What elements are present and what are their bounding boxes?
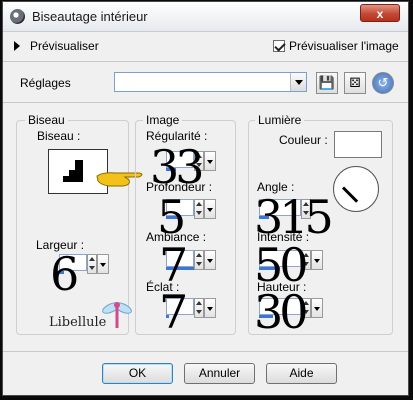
elevation-slider[interactable] [259,315,273,318]
light-group-title: Lumière [255,113,305,127]
intensity-input[interactable] [259,250,301,267]
watermark-signature: Libellule [49,315,107,330]
ok-button[interactable]: OK [102,363,173,384]
angle-slider[interactable] [259,216,269,219]
smoothness-dropdown[interactable] [204,151,216,171]
smoothness-stepper[interactable] [194,151,204,171]
angle-input[interactable] [259,199,301,216]
dialog-window: Biseautage intérieur x Prévisualiser Pré… [2,1,409,396]
width-input[interactable] [59,254,87,271]
random-button[interactable]: ⚄ [344,72,366,94]
width-stepper[interactable] [87,254,97,274]
elevation-label: Hauteur : [257,280,307,294]
divider [3,61,408,62]
smoothness-label: Régularité : [146,129,208,143]
ambience-slider[interactable] [166,267,194,270]
window-title: Biseautage intérieur [32,9,148,24]
shininess-input[interactable] [166,298,194,315]
ambience-stepper[interactable] [194,250,204,270]
angle-stepper[interactable] [301,199,311,219]
shininess-dropdown[interactable] [204,298,216,318]
depth-label: Profondeur : [146,180,213,194]
depth-slider[interactable] [166,216,181,219]
preview-arrow-icon[interactable] [14,41,20,51]
depth-stepper[interactable] [194,199,204,219]
chevron-down-icon[interactable] [290,73,306,91]
depth-input[interactable] [166,199,194,216]
reset-button[interactable]: ↺ [372,72,394,94]
smoothness-spinner[interactable] [166,151,216,171]
elevation-dropdown[interactable] [311,298,323,318]
shininess-slider[interactable] [166,315,169,318]
intensity-slider[interactable] [259,267,280,270]
light-color-swatch[interactable] [334,131,382,158]
preview-toggle[interactable]: Prévisualiser [30,39,99,53]
elevation-spinner[interactable] [259,298,323,318]
app-icon [10,9,25,24]
reset-icon: ↺ [377,75,389,90]
shininess-stepper[interactable] [194,298,204,318]
ambience-spinner[interactable] [166,250,216,270]
intensity-spinner[interactable] [259,250,323,270]
intensity-label: Intensité : [257,230,310,244]
image-group-title: Image [143,113,183,127]
ambience-dropdown[interactable] [204,250,216,270]
smoothness-input[interactable] [166,151,194,168]
preview-image-label[interactable]: Prévisualiser l'image [289,39,399,53]
depth-spinner[interactable] [166,199,216,219]
dial-needle [341,186,359,203]
elevation-input[interactable] [259,298,301,315]
checkmark-icon [274,40,286,52]
width-dropdown[interactable] [97,254,109,274]
bevel-group-title: Biseau [25,113,68,127]
cancel-button[interactable]: Annuler [184,363,255,384]
smoothness-slider[interactable] [166,168,176,171]
intensity-stepper[interactable] [301,250,311,270]
presets-label: Réglages [20,76,71,90]
intensity-dropdown[interactable] [311,250,323,270]
close-button[interactable]: x [360,4,400,22]
width-label: Largeur : [36,238,85,252]
depth-dropdown[interactable] [204,199,216,219]
divider [3,351,408,352]
elevation-stepper[interactable] [301,298,311,318]
save-preset-icon: 💾 [318,75,336,90]
angle-dial[interactable] [333,166,379,212]
bevel-label: Biseau : [37,129,81,143]
divider [3,102,408,103]
angle-label: Angle : [257,180,295,194]
help-button[interactable]: Aide [266,363,337,384]
width-slider[interactable] [59,271,64,274]
color-label: Couleur : [279,133,328,147]
random-dice-icon: ⚄ [349,75,361,90]
preview-image-checkbox[interactable] [273,40,286,52]
shininess-spinner[interactable] [166,298,216,318]
width-spinner[interactable] [59,254,109,274]
presets-dropdown[interactable] [114,72,307,92]
shininess-label: Éclat : [146,280,180,294]
save-preset-button[interactable]: 💾 [316,72,338,94]
angle-spinner[interactable] [259,199,311,219]
ambience-input[interactable] [166,250,194,267]
title-bar: Biseautage intérieur x [3,2,408,32]
ambience-label: Ambiance : [146,230,207,244]
